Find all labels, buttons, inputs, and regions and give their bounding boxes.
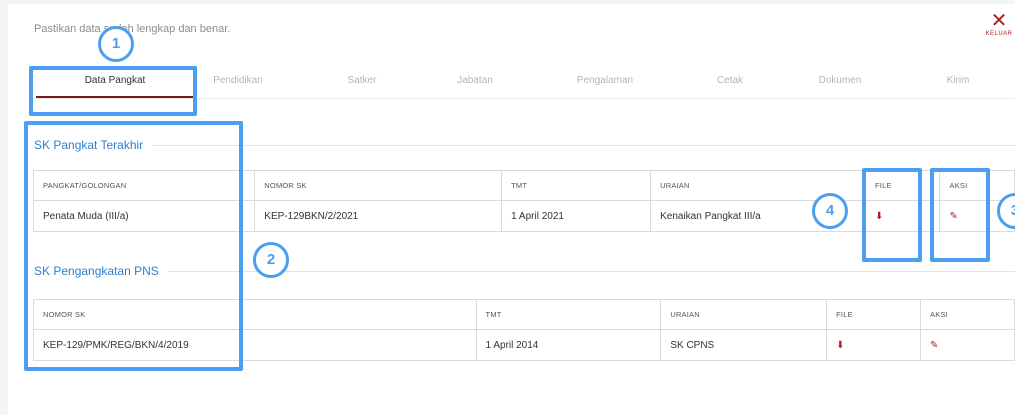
tab-pendidikan[interactable]: Pendidikan	[198, 75, 278, 86]
tab-pengalaman[interactable]: Pengalaman	[565, 75, 645, 86]
highlight-box-tab	[29, 66, 197, 116]
exit-label: KELUAR	[985, 31, 1013, 37]
highlight-box-sections	[24, 121, 243, 371]
cell-tmt: 1 April 2021	[501, 200, 652, 232]
badge-2: 2	[253, 242, 289, 278]
cell-uraian: SK CPNS	[660, 329, 828, 361]
exit-button[interactable]: ✕ KELUAR	[984, 10, 1014, 37]
column-header: AKSI	[920, 299, 1015, 330]
column-header: TMT	[501, 170, 652, 201]
cell-nomor-sk: KEP-129BKN/2/2021	[254, 200, 503, 232]
badge-4: 4	[812, 193, 848, 229]
column-header: NOMOR SK	[254, 170, 503, 201]
cell-file: ⬇	[826, 329, 922, 361]
section-divider	[152, 145, 1015, 146]
tab-dokumen[interactable]: Dokumen	[800, 75, 880, 86]
cell-tmt: 1 April 2014	[475, 329, 662, 361]
notice-text: Pastikan data sudah lengkap dan benar.	[34, 23, 231, 35]
tab-jabatan[interactable]: Jabatan	[435, 75, 515, 86]
column-header: FILE	[826, 299, 922, 330]
badge-1: 1	[98, 26, 134, 62]
highlight-box-aksi	[930, 168, 990, 262]
cell-aksi: ✎	[920, 329, 1015, 361]
tab-satker[interactable]: Satker	[322, 75, 402, 86]
column-header: URAIAN	[660, 299, 828, 330]
tab-cetak[interactable]: Cetak	[690, 75, 770, 86]
download-icon[interactable]: ⬇	[836, 340, 844, 351]
highlight-box-file	[862, 168, 922, 262]
tab-kirim[interactable]: Kirim	[918, 75, 998, 86]
column-header: TMT	[475, 299, 662, 330]
close-icon: ✕	[990, 8, 1008, 32]
section-divider	[168, 271, 1015, 272]
edit-icon[interactable]: ✎	[930, 340, 938, 351]
